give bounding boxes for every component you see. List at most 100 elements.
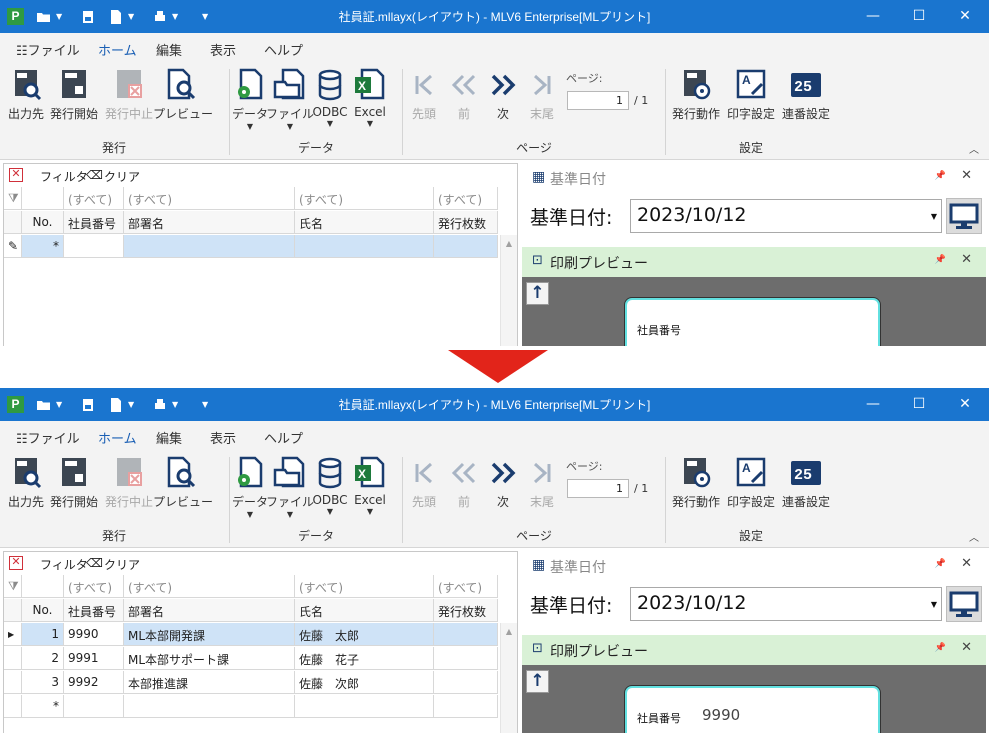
menu-edit[interactable]: 編集 [156, 428, 182, 447]
kijun-panel-title: 基準日付 [550, 560, 606, 576]
menu-file[interactable]: ☷ファイル [16, 428, 80, 447]
minimize-button[interactable]: — [850, 0, 896, 33]
scroll-up-icon[interactable]: ▲ [501, 627, 517, 636]
menu-view[interactable]: 表示 [210, 428, 236, 447]
table-row[interactable]: 2 9991 ML本部サポート課 佐藤 花子 [4, 647, 500, 670]
filter-emp-no[interactable]: (すべて) [64, 575, 124, 598]
new-row[interactable]: * [4, 695, 500, 718]
filter-count[interactable]: (すべて) [434, 187, 498, 210]
col-dept[interactable]: 部署名 [124, 211, 295, 234]
excel-button[interactable]: X Excel ▼ [342, 68, 398, 138]
filter-emp-no[interactable]: (すべて) [64, 187, 124, 210]
filter-name[interactable]: (すべて) [295, 575, 434, 598]
display-button[interactable] [946, 198, 982, 234]
col-emp-no[interactable]: 社員番号 [64, 211, 124, 234]
clear-button[interactable]: クリア [104, 556, 140, 573]
menu-edit[interactable]: 編集 [156, 40, 182, 59]
serial-number-icon: 25 [791, 461, 821, 485]
printer-search-icon [15, 458, 42, 489]
menu-home[interactable]: ホーム [98, 40, 137, 66]
table-row[interactable]: 3 9992 本部推進課 佐藤 次郎 [4, 671, 500, 694]
filter-dept[interactable]: (すべて) [124, 575, 295, 598]
excel-button[interactable]: X Excel ▼ [342, 456, 398, 526]
excel-icon: X [355, 456, 385, 488]
eraser-icon: ⌫ [86, 168, 103, 182]
col-no[interactable]: No. [22, 211, 64, 234]
close-icon[interactable]: ✕ [961, 252, 972, 267]
menu-bar: ☷ファイル ホーム 編集 表示 ヘルプ [0, 33, 989, 66]
new-row[interactable]: ✎ * [4, 235, 500, 258]
clear-button[interactable]: クリア [104, 168, 140, 185]
date-picker[interactable]: 2023/10/12 ▼ [630, 199, 942, 233]
kijun-label: 基準日付: [530, 207, 613, 229]
start-issue-button[interactable]: 発行開始 [46, 456, 102, 526]
menu-file[interactable]: ☷ファイル [16, 40, 80, 59]
col-name[interactable]: 氏名 [295, 599, 434, 622]
minimize-button[interactable]: — [850, 388, 896, 421]
menu-help[interactable]: ヘルプ [264, 40, 303, 59]
filter-dept[interactable]: (すべて) [124, 187, 295, 210]
data-grid-pane: ✕ フィルタ ⌫ クリア ⧩ (すべて) (すべて) (すべて) (すべて) N… [3, 163, 518, 346]
table-row[interactable]: ▶ 1 9990 ML本部開発課 佐藤 太郎 [4, 623, 500, 646]
stop-issue-button[interactable]: 発行中止 [101, 68, 157, 138]
stop-issue-button[interactable]: 発行中止 [101, 456, 157, 526]
display-button[interactable] [946, 586, 982, 622]
printer-icon [62, 70, 86, 98]
date-picker[interactable]: 2023/10/12 ▼ [630, 587, 942, 621]
menu-view[interactable]: 表示 [210, 40, 236, 59]
issue-operation-button[interactable]: 発行動作 [668, 68, 724, 138]
col-count[interactable]: 発行枚数 [434, 599, 498, 622]
arrow-up-icon[interactable]: ↑ [526, 670, 549, 693]
close-icon[interactable]: ✕ [961, 556, 972, 571]
col-name[interactable]: 氏名 [295, 211, 434, 234]
page-input[interactable]: 1 [567, 479, 629, 498]
collapse-ribbon-icon[interactable]: ︿ [969, 529, 979, 544]
print-settings-button[interactable]: A 印字設定 [723, 456, 779, 526]
close-button[interactable]: ✕ [942, 388, 988, 421]
maximize-button[interactable]: ☐ [896, 388, 942, 421]
collapse-ribbon-icon[interactable]: ︿ [969, 141, 979, 156]
preview-button[interactable]: プレビュー [153, 456, 213, 526]
arrow-up-icon[interactable]: ↑ [526, 282, 549, 305]
preview-icon [167, 68, 196, 100]
screenshot-after: P ▼ ▼ ▼ ▼ 社員証.mllayx(レイアウト) - MLV6 Enter… [0, 388, 989, 733]
issue-operation-button[interactable]: 発行動作 [668, 456, 724, 526]
filter-count[interactable]: (すべて) [434, 575, 498, 598]
col-no[interactable]: No. [22, 599, 64, 622]
pin-icon[interactable]: 📌 [935, 643, 946, 653]
scroll-up-icon[interactable]: ▲ [501, 239, 517, 248]
close-button[interactable]: ✕ [942, 0, 988, 33]
window-title: 社員証.mllayx(レイアウト) - MLV6 Enterprise[MLプリ… [338, 398, 651, 412]
close-filter-icon[interactable]: ✕ [9, 556, 23, 570]
serial-settings-button[interactable]: 25 連番設定 [778, 68, 834, 138]
close-filter-icon[interactable]: ✕ [9, 168, 23, 182]
svg-text:A: A [742, 73, 751, 87]
pin-icon[interactable]: 📌 [935, 559, 946, 569]
start-issue-button[interactable]: 発行開始 [46, 68, 102, 138]
group-settings-label: 設定 [738, 141, 763, 155]
serial-settings-button[interactable]: 25 連番設定 [778, 456, 834, 526]
last-page-button[interactable]: 末尾 [514, 456, 570, 526]
menu-help[interactable]: ヘルプ [264, 428, 303, 447]
preview-area: ↑ 社員番号 9990 [522, 665, 986, 733]
filter-button[interactable]: フィルタ [40, 168, 88, 185]
col-count[interactable]: 発行枚数 [434, 211, 498, 234]
preview-button[interactable]: プレビュー [153, 68, 213, 138]
vertical-scrollbar[interactable]: ▲ [500, 235, 517, 346]
screenshot-before: P ▼ ▼ ▼ ▼ 社員証.mllayx(レイアウト) - MLV6 Enter… [0, 0, 989, 346]
pin-icon[interactable]: 📌 [935, 255, 946, 265]
close-icon[interactable]: ✕ [961, 168, 972, 183]
col-emp-no[interactable]: 社員番号 [64, 599, 124, 622]
maximize-button[interactable]: ☐ [896, 0, 942, 33]
col-dept[interactable]: 部署名 [124, 599, 295, 622]
page-input[interactable]: 1 [567, 91, 629, 110]
filter-button[interactable]: フィルタ [40, 556, 88, 573]
pin-icon[interactable]: 📌 [935, 171, 946, 181]
last-page-button[interactable]: 末尾 [514, 68, 570, 138]
data-grid-pane: ✕ フィルタ ⌫ クリア ⧩ (すべて) (すべて) (すべて) (すべて) N… [3, 551, 518, 733]
menu-home[interactable]: ホーム [98, 428, 137, 454]
filter-name[interactable]: (すべて) [295, 187, 434, 210]
print-settings-button[interactable]: A 印字設定 [723, 68, 779, 138]
vertical-scrollbar[interactable]: ▲ [500, 623, 517, 733]
close-icon[interactable]: ✕ [961, 640, 972, 655]
